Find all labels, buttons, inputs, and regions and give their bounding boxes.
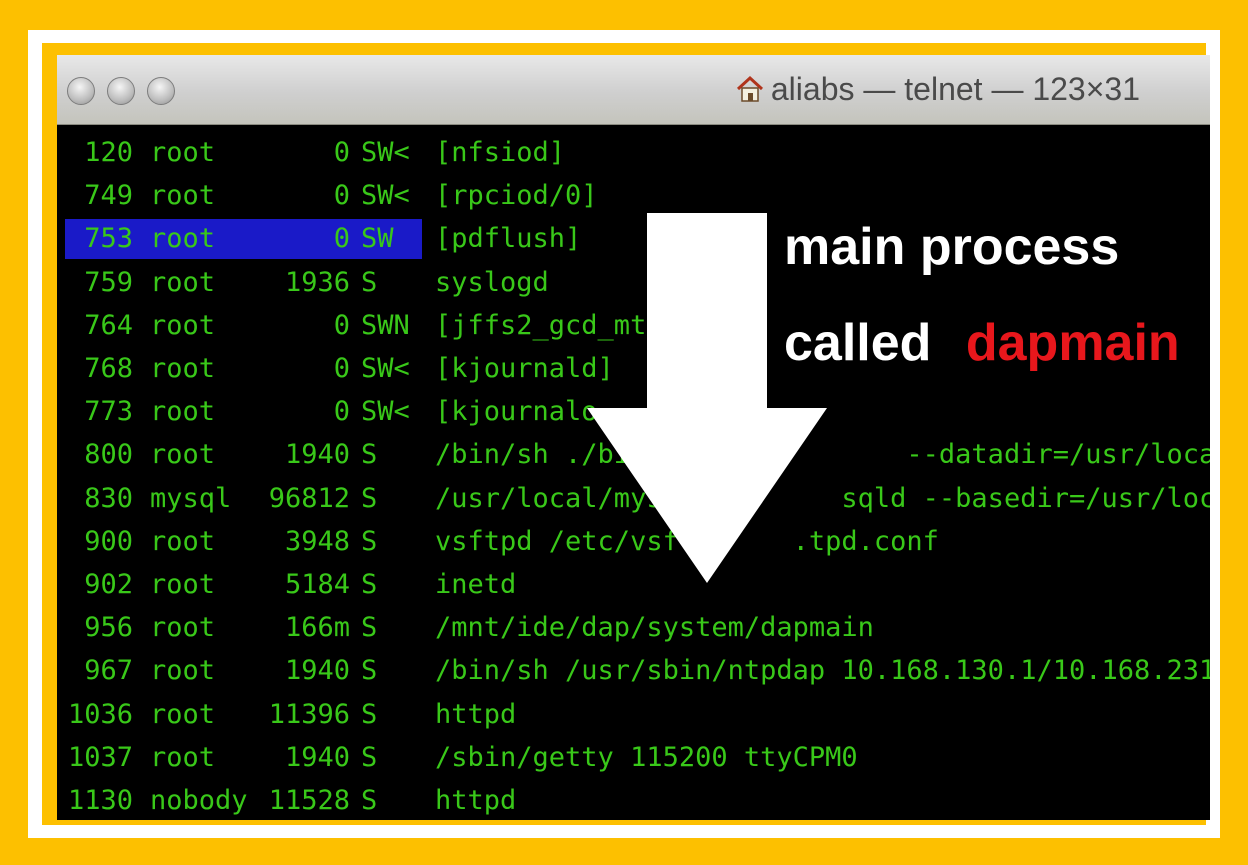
process-user: root: [150, 137, 216, 168]
process-command: inetd: [435, 569, 517, 600]
process-user: root: [150, 309, 216, 341]
process-stat: S: [361, 612, 378, 644]
process-stat: SW<: [361, 137, 410, 168]
process-pid: 768: [84, 353, 133, 384]
process-user: root: [150, 655, 216, 687]
process-pid: 749: [84, 180, 133, 212]
process-size: 1940: [284, 741, 350, 773]
process-size: 3948: [284, 525, 350, 557]
process-size: 11396: [268, 698, 350, 730]
process-stat: S: [361, 525, 378, 557]
process-row[interactable]: 1036 root 11396 Shttpd: [57, 695, 1210, 735]
process-stat: S: [361, 698, 378, 730]
zoom-button[interactable]: [147, 77, 175, 105]
process-user: root: [150, 353, 216, 384]
process-pid: 900: [84, 525, 133, 557]
process-user: root: [150, 612, 216, 644]
annotation-line1: main process: [784, 218, 1120, 276]
process-user: root: [150, 396, 216, 428]
process-stat: S: [361, 785, 378, 816]
process-row[interactable]: 120 root 0 SW< [nfsiod]: [57, 133, 1210, 173]
process-size: 0: [333, 223, 350, 255]
process-stat: S: [361, 266, 378, 298]
process-size: 0: [333, 137, 350, 168]
process-stat: S: [361, 655, 378, 687]
process-command: httpd: [435, 698, 517, 730]
window-title-area: aliabs — telnet — 123×31: [735, 71, 1140, 108]
close-button[interactable]: [67, 77, 95, 105]
process-command: /sbin/getty 115200 ttyCPM0: [435, 741, 858, 773]
minimize-button[interactable]: [107, 77, 135, 105]
process-pid: 967: [84, 655, 133, 687]
process-size: 1936: [284, 266, 350, 298]
process-user: root: [150, 698, 216, 730]
process-stat: SWN: [361, 309, 410, 341]
process-pid: 1037: [67, 741, 133, 773]
process-user: root: [150, 741, 216, 773]
annotation-prefix: called: [784, 314, 932, 372]
process-command: [nfsiod]: [435, 137, 566, 168]
process-command: /mnt/ide/dap/system/dapmain: [435, 612, 874, 644]
process-command: httpd: [435, 785, 517, 816]
process-user: root: [150, 223, 216, 255]
process-pid: 956: [84, 612, 133, 644]
process-pid: 753: [84, 223, 133, 255]
process-row[interactable]: 956 root 166m S/mnt/ide/dap/system/dapmain: [57, 608, 1210, 648]
process-user: mysql: [150, 482, 232, 514]
process-user: root: [150, 569, 216, 600]
terminal-window: aliabs — telnet — 123×31 120 root 0 SW< [nfs…: [57, 55, 1210, 820]
process-pid: 800: [84, 439, 133, 471]
process-size: 0: [333, 309, 350, 341]
annotation-dapmain: dapmain: [965, 314, 1180, 372]
title-bar[interactable]: aliabs — telnet — 123×31: [57, 55, 1210, 125]
process-user: root: [150, 266, 216, 298]
process-stat: SW: [361, 223, 394, 255]
process-stat: SW<: [361, 396, 410, 428]
home-icon: [736, 75, 763, 102]
process-pid: 1130: [67, 785, 133, 816]
process-pid: 773: [84, 396, 133, 428]
process-pid: 759: [84, 266, 133, 298]
process-row[interactable]: 1037 root 1940 S/sbin/getty 115200 ttyCPM0: [57, 738, 1210, 778]
process-size: 0: [333, 180, 350, 212]
process-size: 0: [333, 353, 350, 384]
process-size: 11528: [268, 785, 350, 816]
process-pid: 902: [84, 569, 133, 600]
process-user: nobody: [150, 785, 248, 816]
process-user: root: [150, 439, 216, 471]
process-size: 166m: [284, 612, 350, 644]
annotation-line2: called dapmain: [784, 313, 1180, 373]
process-command: syslogd: [435, 266, 549, 298]
process-size: 5184: [284, 569, 350, 600]
process-pid: 830: [84, 482, 133, 514]
process-user: root: [150, 525, 216, 557]
process-row[interactable]: 749 root 0 SW< [rpciod/0]: [57, 176, 1210, 216]
process-size: 0: [333, 396, 350, 428]
process-pid: 764: [84, 309, 133, 341]
window-title: aliabs — telnet — 123×31: [770, 71, 1140, 107]
process-command: [rpciod/0]: [435, 180, 598, 212]
process-stat: S: [361, 569, 378, 600]
process-pid: 1036: [67, 698, 133, 730]
process-command: [pdflush]: [435, 223, 582, 255]
process-size: 1940: [284, 655, 350, 687]
process-size: 96812: [268, 482, 350, 514]
process-pid: 120: [84, 137, 133, 168]
process-stat: S: [361, 741, 378, 773]
process-size: 1940: [284, 439, 350, 471]
process-user: root: [150, 180, 216, 212]
process-row[interactable]: 967 root 1940 S/bin/sh /usr/sbin/ntpdap 10.…: [57, 651, 1210, 691]
process-command: [kjournalo: [435, 396, 598, 428]
process-stat: SW<: [361, 180, 410, 212]
process-stat: S: [361, 439, 378, 471]
process-stat: S: [361, 482, 378, 514]
process-command: /bin/sh /usr/sbin/ntpdap 10.168.130.1/10…: [435, 655, 1210, 687]
process-row[interactable]: 1130 nobody 11528 Shttpd: [57, 781, 1210, 820]
process-stat: SW<: [361, 353, 410, 384]
